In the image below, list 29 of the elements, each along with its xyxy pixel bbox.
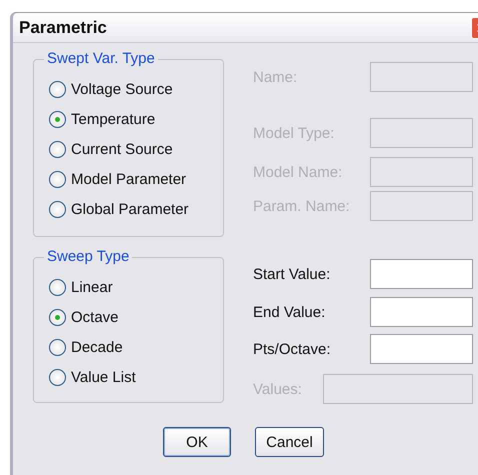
radio-button[interactable] <box>49 110 66 128</box>
radio-button[interactable] <box>49 80 66 98</box>
ok-button[interactable]: OK <box>163 427 231 457</box>
radio-button[interactable] <box>49 278 66 296</box>
radio-option[interactable]: Current Source <box>49 134 223 164</box>
field-label: End Value: <box>253 304 326 320</box>
radio-option[interactable]: Temperature <box>49 104 223 134</box>
radio-option[interactable]: Voltage Source <box>49 74 223 104</box>
radio-button[interactable] <box>49 338 66 356</box>
cancel-button[interactable]: Cancel <box>255 427 324 457</box>
radio-option[interactable]: Model Parameter <box>49 164 223 194</box>
radio-option[interactable]: Octave <box>49 302 223 332</box>
radio-option[interactable]: Value List <box>49 362 223 392</box>
group-title: Sweep Type <box>44 248 132 265</box>
field-label: Start Value: <box>253 266 332 282</box>
radio-option[interactable]: Decade <box>49 332 223 362</box>
input-field[interactable] <box>370 297 473 327</box>
radio-button[interactable] <box>49 308 66 326</box>
window-title: Parametric <box>18 18 107 38</box>
radio-option[interactable]: Linear <box>49 272 223 302</box>
input-field[interactable] <box>370 259 473 289</box>
radio-button[interactable] <box>49 368 66 386</box>
input-field[interactable] <box>370 334 473 364</box>
radio-button[interactable] <box>49 170 66 188</box>
radio-button[interactable] <box>49 140 66 158</box>
radio-button[interactable] <box>49 200 66 218</box>
radio-option[interactable]: Global Parameter <box>49 194 223 224</box>
group-title: Swept Var. Type <box>44 50 158 67</box>
field-label: Pts/Octave: <box>253 340 332 358</box>
